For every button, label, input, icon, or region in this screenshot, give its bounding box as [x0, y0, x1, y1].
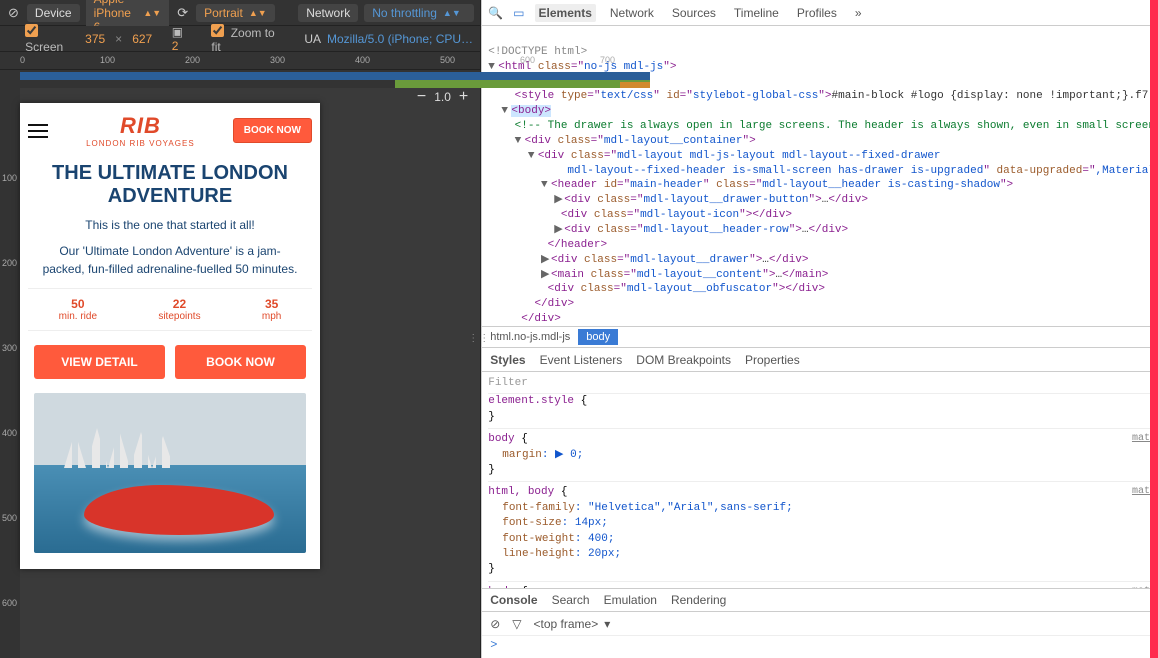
tab-elements[interactable]: Elements [535, 4, 596, 22]
subtab-properties[interactable]: Properties [745, 353, 800, 367]
zoom-to-fit-toggle[interactable]: Zoom to fit [211, 24, 283, 54]
frame-select[interactable]: <top frame> ▾ [534, 617, 611, 631]
clear-console-icon[interactable]: ⊘ [490, 617, 500, 631]
network-label: Network [298, 4, 358, 22]
ruler-horizontal: 0 100 200 300 400 500 600 700 [0, 52, 480, 70]
tab-timeline[interactable]: Timeline [730, 4, 783, 22]
zoom-out-button[interactable]: − [417, 88, 426, 106]
styles-rules[interactable]: Filter + 📌 ◆ element.style { } material.… [482, 372, 1158, 588]
drawer-tab-rendering[interactable]: Rendering [671, 593, 726, 607]
media-query-bars[interactable] [0, 70, 480, 88]
stat-item: 50min. ride [59, 297, 97, 322]
stats-row: 50min. ride 22sitepoints 35mph [28, 288, 312, 331]
screen-height[interactable]: 627 [132, 32, 152, 46]
breakpoint-bar[interactable] [20, 72, 650, 80]
zoom-in-button[interactable]: + [459, 88, 468, 106]
book-now-button[interactable]: BOOK NOW [175, 345, 306, 379]
device-frame: RIB LONDON RIB VOYAGES BOOK NOW THE ULTI… [20, 103, 320, 569]
cancel-icon[interactable]: ⊘ [6, 5, 21, 21]
crumb-html[interactable]: html.no-js.mdl-js [482, 329, 578, 345]
orientation-select[interactable]: Portrait ▲▼ [196, 4, 275, 22]
device-mode-pane: ⊘ Device Apple iPhone 6 ▲▼ ⟳ Portrait ▲▼… [0, 0, 481, 658]
stat-item: 22sitepoints [158, 297, 200, 322]
ua-value[interactable]: Mozilla/5.0 (iPhone; CPU iP... [327, 32, 474, 46]
dom-tree[interactable]: <!DOCTYPE html> ▼<html class="no-js mdl-… [482, 26, 1158, 326]
drawer-tab-emulation[interactable]: Emulation [604, 593, 657, 607]
console-controls: ⊘ ▽ <top frame> ▾ Preserve log [482, 612, 1158, 636]
dpr-toggle[interactable]: ▣ 2 [172, 25, 192, 53]
console-prompt[interactable]: > [482, 636, 1158, 658]
screen-width[interactable]: 375 [85, 32, 105, 46]
ua-label: UA [304, 32, 321, 46]
hero-image [34, 393, 306, 553]
tab-profiles[interactable]: Profiles [793, 4, 841, 22]
zoom-value: 1.0 [434, 90, 451, 104]
breakpoint-bar[interactable] [395, 80, 650, 88]
inspect-icon[interactable]: 🔍 [488, 6, 503, 20]
device-toolbar-row2: Screen 375 × 627 ▣ 2 Zoom to fit UA Mozi… [0, 26, 480, 52]
hamburger-icon[interactable] [28, 124, 48, 138]
drawer-tabs: Console Search Emulation Rendering [482, 588, 1158, 612]
chevron-icon: ▲▼ [443, 8, 461, 18]
styles-subtabs: Styles Event Listeners DOM Breakpoints P… [482, 348, 1158, 372]
book-now-header-button[interactable]: BOOK NOW [233, 118, 312, 143]
subtab-event-listeners[interactable]: Event Listeners [540, 353, 623, 367]
intro-copy: Our 'Ultimate London Adventure' is a jam… [42, 242, 298, 278]
resize-handle[interactable]: ⋮⋮ [468, 333, 490, 344]
subtab-styles[interactable]: Styles [490, 353, 525, 367]
crumb-body[interactable]: body [578, 329, 618, 345]
drawer-tab-console[interactable]: Console [490, 593, 537, 607]
filter-icon[interactable]: ▽ [512, 617, 521, 631]
tab-network[interactable]: Network [606, 4, 658, 22]
breadcrumb: html.no-js.mdl-js body [482, 326, 1158, 348]
device-label: Device [27, 4, 80, 22]
tabs-overflow[interactable]: » [851, 4, 866, 22]
view-detail-button[interactable]: VIEW DETAIL [34, 345, 165, 379]
screen-toggle[interactable]: Screen [25, 24, 79, 54]
styles-filter[interactable]: Filter [488, 376, 528, 391]
window-resize-edge [1150, 0, 1158, 658]
zoom-control: − 1.0 + [417, 88, 468, 106]
network-select[interactable]: No throttling ▲▼ [364, 4, 474, 22]
chevron-icon: ▲▼ [249, 8, 267, 18]
styles-pane: Filter + 📌 ◆ element.style { } material.… [482, 372, 1158, 588]
stat-item: 35mph [262, 297, 281, 322]
page-title: THE ULTIMATE LONDON ADVENTURE [36, 162, 304, 208]
chevron-icon: ▲▼ [143, 8, 161, 18]
network-value: No throttling [372, 6, 437, 20]
devtools-pane: 🔍 ▭ Elements Network Sources Timeline Pr… [481, 0, 1158, 658]
device-mode-icon[interactable]: ▭ [513, 6, 524, 20]
breakpoint-bar[interactable] [620, 82, 650, 88]
device-stage: 100 200 300 400 500 600 − 1.0 + RIB [0, 88, 480, 658]
device-toolbar-row1: ⊘ Device Apple iPhone 6 ▲▼ ⟳ Portrait ▲▼… [0, 0, 480, 26]
orientation-value: Portrait [204, 6, 243, 20]
ruler-vertical: 100 200 300 400 500 600 [0, 88, 20, 658]
devtools-tabs: Elements Network Sources Timeline Profil… [535, 4, 866, 22]
devtools-toolbar: 🔍 ▭ Elements Network Sources Timeline Pr… [482, 0, 1158, 26]
rotate-icon[interactable]: ⟳ [175, 5, 190, 21]
drawer-tab-search[interactable]: Search [552, 593, 590, 607]
tab-sources[interactable]: Sources [668, 4, 720, 22]
logo: RIB LONDON RIB VOYAGES [86, 113, 195, 148]
intro-line: This is the one that started it all! [42, 216, 298, 234]
subtab-dom-breakpoints[interactable]: DOM Breakpoints [636, 353, 731, 367]
